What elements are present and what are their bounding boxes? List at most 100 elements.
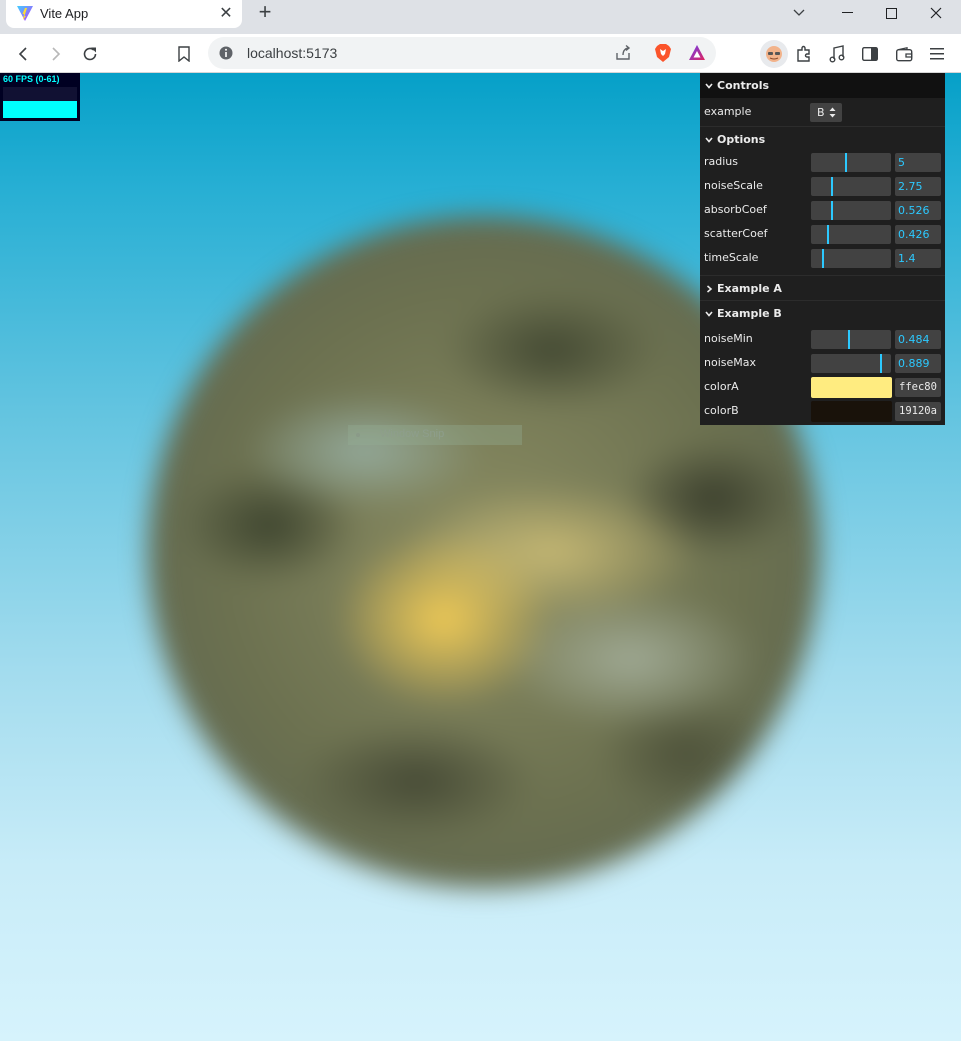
- example-label: example: [704, 105, 752, 118]
- hamburger-menu-icon[interactable]: [923, 40, 951, 68]
- fps-graph: [3, 87, 77, 118]
- slider-label: scatterCoef: [704, 227, 768, 240]
- color-b-label: colorB: [704, 404, 739, 417]
- folder-example-b-label: Example B: [717, 307, 782, 320]
- number-value: 0.484: [898, 333, 930, 346]
- snip-label: Window Snip: [380, 428, 445, 440]
- number-input[interactable]: 2.75: [895, 177, 941, 196]
- slider-track[interactable]: [811, 249, 891, 268]
- tab-search-chevron-icon[interactable]: [776, 0, 822, 26]
- folder-options-title[interactable]: Options: [700, 127, 945, 152]
- share-icon[interactable]: [614, 44, 632, 62]
- tab-strip: Vite App ✕ +: [0, 0, 961, 34]
- wallet-icon[interactable]: [890, 40, 918, 68]
- slider-row-timeScale: timeScale 1.4: [700, 246, 945, 270]
- slider-label: noiseMin: [704, 332, 753, 345]
- slider-thumb[interactable]: [822, 249, 824, 268]
- slider-row-absorbCoef: absorbCoef 0.526: [700, 198, 945, 222]
- slider-track[interactable]: [811, 177, 891, 196]
- slider-thumb[interactable]: [880, 354, 882, 373]
- number-input[interactable]: 0.426: [895, 225, 941, 244]
- slider-row-noiseMax: noiseMax 0.889: [700, 351, 945, 375]
- slider-label: radius: [704, 155, 739, 168]
- number-value: 0.526: [898, 204, 930, 217]
- color-a-hex-input[interactable]: ffec80: [895, 378, 941, 397]
- slider-row-noiseScale: noiseScale 2.75: [700, 174, 945, 198]
- gui-controls-panel: Controls example B Options radius 5 noiseS…: [700, 73, 945, 425]
- new-tab-plus-icon[interactable]: +: [254, 1, 276, 24]
- tab-title: Vite App: [40, 6, 89, 21]
- example-select-value: B: [817, 106, 825, 119]
- folder-controls-label: Controls: [717, 79, 770, 92]
- slider-thumb[interactable]: [831, 177, 833, 196]
- slider-thumb[interactable]: [845, 153, 847, 172]
- color-a-swatch[interactable]: [811, 377, 892, 398]
- vite-logo-icon: [17, 6, 33, 21]
- window-snip-tooltip: Window Snip: [348, 425, 522, 445]
- chevron-down-icon: [705, 311, 713, 317]
- slider-thumb[interactable]: [831, 201, 833, 220]
- color-b-hex-input[interactable]: 19120a: [895, 402, 941, 421]
- chevron-right-icon: [706, 285, 713, 293]
- color-a-hex-text: ffec80: [899, 381, 937, 393]
- color-b-swatch[interactable]: [811, 401, 892, 422]
- browser-tab[interactable]: Vite App ✕: [6, 0, 242, 28]
- media-music-note-icon[interactable]: [823, 40, 851, 68]
- slider-track[interactable]: [811, 354, 891, 373]
- slider-label: noiseMax: [704, 356, 756, 369]
- folder-example-b-title[interactable]: Example B: [700, 301, 945, 326]
- brave-rewards-icon[interactable]: [688, 44, 706, 62]
- slider-thumb[interactable]: [827, 225, 829, 244]
- number-input[interactable]: 0.484: [895, 330, 941, 349]
- slider-track[interactable]: [811, 201, 891, 220]
- number-value: 0.889: [898, 357, 930, 370]
- folder-options-label: Options: [717, 133, 766, 146]
- number-input[interactable]: 1.4: [895, 249, 941, 268]
- slider-row-noiseMin: noiseMin 0.484: [700, 327, 945, 351]
- extension-avatar-icon[interactable]: [760, 40, 788, 68]
- select-updown-icon: [829, 107, 836, 118]
- site-info-icon[interactable]: [218, 45, 234, 61]
- webgl-canvas[interactable]: 60 FPS (0-61) Window Snip Controls examp…: [0, 73, 961, 1041]
- url-text[interactable]: localhost:5173: [247, 45, 337, 61]
- browser-toolbar: localhost:5173: [0, 34, 961, 73]
- extensions-puzzle-icon[interactable]: [790, 40, 818, 68]
- window-close-icon[interactable]: [913, 0, 959, 26]
- slider-track[interactable]: [811, 330, 891, 349]
- number-input[interactable]: 0.889: [895, 354, 941, 373]
- fps-label: 60 FPS (0-61): [3, 74, 60, 84]
- slider-thumb[interactable]: [848, 330, 850, 349]
- slider-track[interactable]: [811, 225, 891, 244]
- number-value: 2.75: [898, 180, 923, 193]
- folder-example-a-label: Example A: [717, 282, 782, 295]
- slider-track[interactable]: [811, 153, 891, 172]
- color-b-row: colorB 19120a: [700, 399, 945, 423]
- example-select[interactable]: B: [810, 103, 842, 122]
- slider-label: noiseScale: [704, 179, 763, 192]
- sidebar-toggle-icon[interactable]: [856, 40, 884, 68]
- brave-shields-icon[interactable]: [654, 43, 672, 63]
- folder-example-a-title[interactable]: Example A: [700, 276, 945, 301]
- snip-bullet-icon: [356, 433, 360, 437]
- fps-stats-panel[interactable]: 60 FPS (0-61): [0, 73, 80, 121]
- number-input[interactable]: 5: [895, 153, 941, 172]
- tab-close-icon[interactable]: ✕: [216, 4, 236, 24]
- number-value: 5: [898, 156, 905, 169]
- address-bar[interactable]: localhost:5173: [208, 37, 716, 69]
- color-b-hex-text: 19120a: [899, 405, 937, 417]
- slider-label: absorbCoef: [704, 203, 767, 216]
- bookmark-icon[interactable]: [170, 40, 198, 68]
- window-minimize-icon[interactable]: [824, 0, 870, 26]
- color-a-label: colorA: [704, 380, 739, 393]
- window-maximize-icon[interactable]: [868, 0, 914, 26]
- number-input[interactable]: 0.526: [895, 201, 941, 220]
- number-value: 1.4: [898, 252, 916, 265]
- forward-arrow-icon[interactable]: [42, 40, 70, 68]
- slider-label: timeScale: [704, 251, 759, 264]
- folder-controls-title[interactable]: Controls: [700, 73, 945, 98]
- reload-icon[interactable]: [76, 40, 104, 68]
- chevron-down-icon: [705, 83, 713, 89]
- color-a-row: colorA ffec80: [700, 375, 945, 399]
- slider-row-radius: radius 5: [700, 150, 945, 174]
- back-arrow-icon[interactable]: [9, 40, 37, 68]
